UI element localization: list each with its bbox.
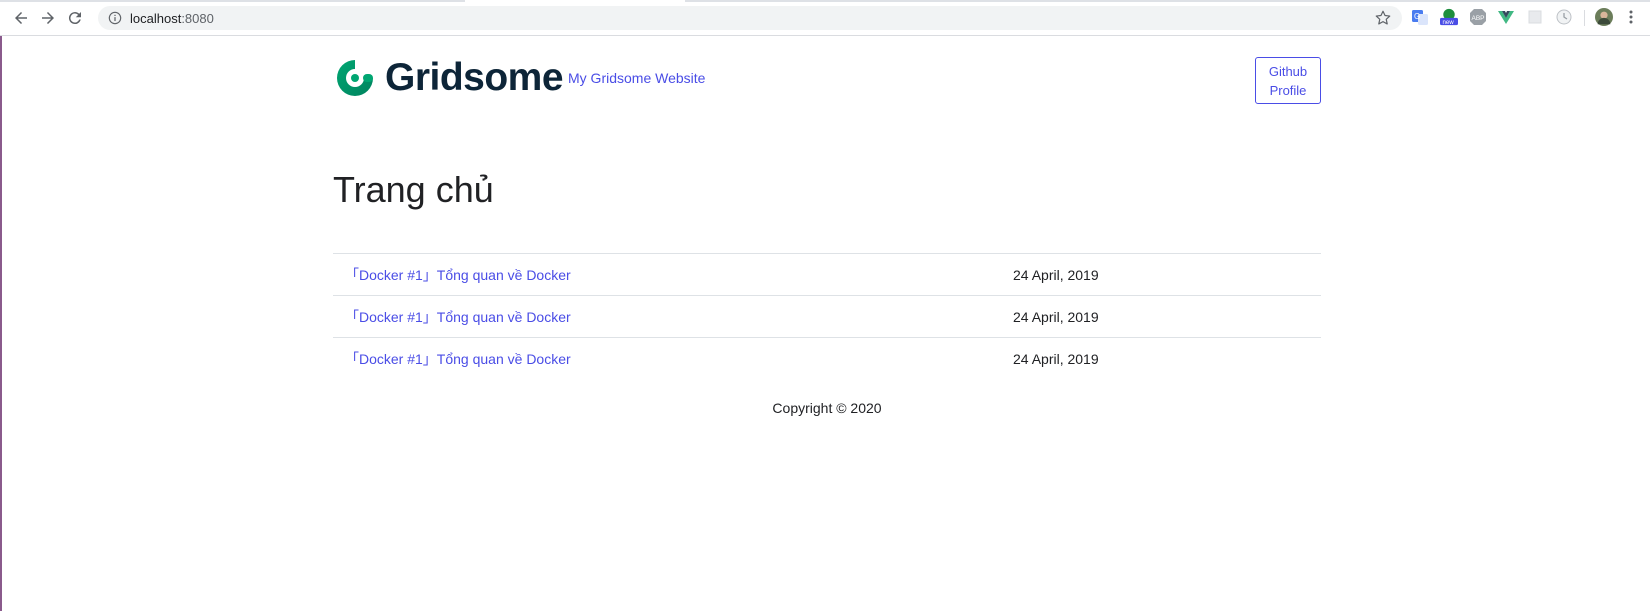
gridsome-logo-icon — [337, 60, 373, 96]
back-button[interactable] — [10, 7, 32, 29]
vue-devtools-extension-button[interactable] — [1497, 8, 1515, 26]
adblock-icon: ABP — [1470, 9, 1486, 25]
browser-toolbar: localhost:8080 G new ABP — [0, 0, 1650, 36]
table-row: 「Docker #1」Tổng quan về Docker 24 April,… — [333, 295, 1321, 338]
url-text: localhost:8080 — [130, 10, 214, 26]
adblock-extension-button[interactable]: ABP — [1469, 8, 1487, 26]
gridsome-logo[interactable]: Gridsome — [333, 56, 564, 100]
profile-avatar-button[interactable] — [1595, 8, 1613, 26]
post-date: 24 April, 2019 — [1001, 253, 1321, 296]
page-title: Trang chủ — [333, 169, 494, 210]
post-date: 24 April, 2019 — [1001, 337, 1321, 380]
post-date: 24 April, 2019 — [1001, 295, 1321, 338]
new-badge-text: new — [1442, 19, 1454, 26]
translate-extension-button[interactable]: G — [1411, 8, 1429, 26]
reload-button[interactable] — [64, 7, 86, 29]
new-badge-extension-button[interactable]: new — [1440, 8, 1458, 26]
post-title-cell: 「Docker #1」Tổng quan về Docker — [333, 253, 1001, 296]
table-row: 「Docker #1」Tổng quan về Docker 24 April,… — [333, 337, 1321, 380]
post-title-cell: 「Docker #1」Tổng quan về Docker — [333, 337, 1001, 380]
clock-extension-icon — [1556, 9, 1572, 25]
copyright-text: Copyright © 2020 — [772, 400, 882, 416]
table-row: 「Docker #1」Tổng quan về Docker 24 April,… — [333, 253, 1321, 296]
post-link[interactable]: 「Docker #1」Tổng quan về Docker — [345, 267, 571, 283]
site-name-link[interactable]: My Gridsome Website — [568, 70, 705, 86]
tab-strip — [0, 0, 1650, 2]
bookmark-star-icon[interactable] — [1374, 9, 1392, 27]
new-badge-extension-icon: new — [1440, 8, 1458, 26]
vue-devtools-icon — [1498, 11, 1514, 24]
logo-wordmark: Gridsome — [385, 56, 564, 99]
toolbar-separator — [1584, 10, 1585, 26]
site-header: Gridsome My Gridsome Website Github Prof… — [333, 36, 1321, 116]
translate-icon: G — [1412, 10, 1428, 25]
blank-extension-button[interactable] — [1526, 8, 1544, 26]
browser-menu-button[interactable] — [1622, 8, 1640, 26]
github-profile-button[interactable]: Github Profile — [1255, 57, 1321, 104]
clock-extension-button[interactable] — [1555, 8, 1573, 26]
blank-extension-icon — [1528, 10, 1542, 24]
forward-button[interactable] — [37, 7, 59, 29]
posts-table: 「Docker #1」Tổng quan về Docker 24 April,… — [333, 253, 1321, 380]
window-edge — [0, 0, 2, 611]
arrow-left-icon — [15, 12, 27, 24]
post-link[interactable]: 「Docker #1」Tổng quan về Docker — [345, 309, 571, 325]
info-icon[interactable] — [108, 11, 122, 25]
arrow-right-icon — [42, 12, 54, 24]
adblock-label: ABP — [1472, 15, 1485, 22]
post-link[interactable]: 「Docker #1」Tổng quan về Docker — [345, 351, 571, 367]
svg-text:G: G — [1414, 12, 1420, 21]
page-container: Gridsome My Gridsome Website Github Prof… — [333, 36, 1321, 416]
reload-icon — [68, 12, 81, 25]
kebab-menu-icon — [1629, 10, 1633, 24]
avatar — [1595, 8, 1613, 26]
address-bar[interactable]: localhost:8080 — [98, 6, 1402, 30]
post-title-cell: 「Docker #1」Tổng quan về Docker — [333, 295, 1001, 338]
